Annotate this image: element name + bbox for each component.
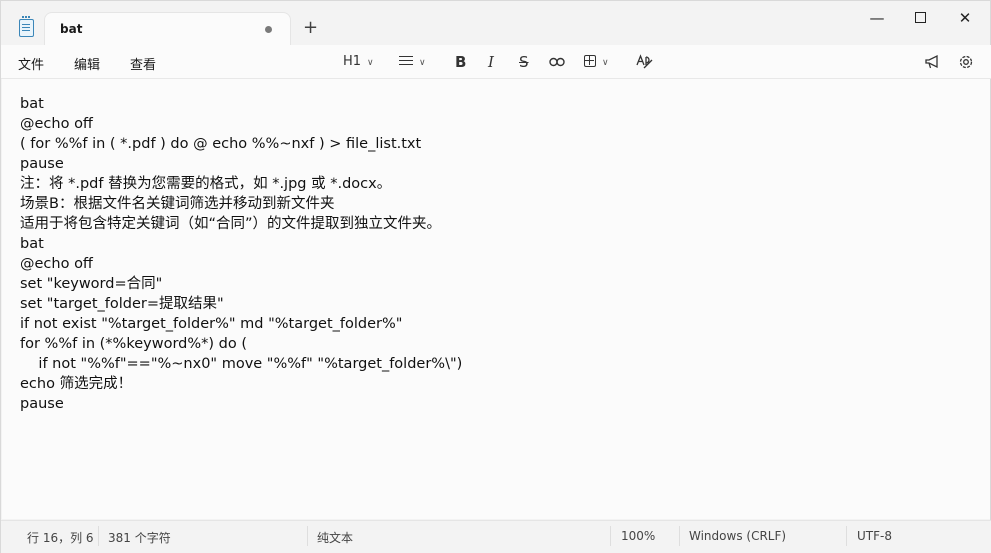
status-divider bbox=[846, 526, 847, 546]
close-button[interactable]: ✕ bbox=[945, 6, 985, 30]
character-count: 381 个字符 bbox=[108, 531, 171, 545]
menu-file[interactable]: 文件 bbox=[18, 54, 44, 73]
editor-line: if not "%%f"=="%~nx0" move "%%f" "%targe… bbox=[20, 356, 463, 372]
new-tab-button[interactable]: + bbox=[303, 18, 318, 38]
title-bar: bat + — ✕ bbox=[1, 1, 991, 46]
menu-edit[interactable]: 编辑 bbox=[74, 54, 100, 73]
status-divider bbox=[307, 526, 308, 546]
editor-line: ( for %%f in ( *.pdf ) do @ echo %%~nxf … bbox=[20, 136, 422, 152]
bold-button[interactable]: B bbox=[455, 52, 466, 72]
heading-dropdown[interactable]: H1 ∨ bbox=[343, 52, 374, 72]
editor-line: 注：将 *.pdf 替换为您需要的格式，如 *.jpg 或 *.docx。 bbox=[20, 176, 392, 192]
spellcheck-icon bbox=[636, 54, 653, 69]
encoding[interactable]: UTF-8 bbox=[857, 529, 892, 543]
settings-button[interactable] bbox=[958, 52, 974, 72]
notepad-window: bat + — ✕ 文件 编辑 查看 H1 ∨ ∨ B I S ∨ bat @e… bbox=[0, 0, 991, 553]
megaphone-icon bbox=[925, 54, 938, 69]
tab-bat[interactable]: bat bbox=[45, 13, 290, 46]
table-icon bbox=[584, 55, 596, 67]
list-dropdown[interactable]: ∨ bbox=[399, 52, 426, 72]
spellcheck-button[interactable] bbox=[636, 52, 653, 72]
cursor-position[interactable]: 行 16，列 6 bbox=[27, 529, 94, 546]
zoom-level[interactable]: 100% bbox=[621, 529, 655, 543]
chevron-down-icon: ∨ bbox=[367, 58, 374, 68]
editor-line: @echo off bbox=[20, 256, 93, 272]
editor-line: for %%f in (*%keyword%*) do ( bbox=[20, 336, 247, 352]
text-editor[interactable]: bat @echo off ( for %%f in ( *.pdf ) do … bbox=[2, 79, 990, 519]
minimize-button[interactable]: — bbox=[857, 6, 897, 30]
strikethrough-button[interactable]: S bbox=[519, 52, 529, 72]
editor-line: set "keyword=合同" bbox=[20, 276, 163, 292]
editor-line: 场景B：根据文件名关键词筛选并移动到新文件夹 bbox=[20, 196, 335, 212]
status-divider bbox=[679, 526, 680, 546]
table-dropdown[interactable]: ∨ bbox=[584, 52, 609, 72]
editor-line: pause bbox=[20, 156, 64, 172]
gear-icon bbox=[959, 55, 973, 69]
editor-line: bat bbox=[20, 236, 44, 252]
editor-line: bat bbox=[20, 96, 44, 112]
heading-label: H1 bbox=[343, 54, 362, 69]
maximize-button[interactable] bbox=[900, 6, 940, 30]
menu-view[interactable]: 查看 bbox=[130, 54, 156, 73]
editor-line: pause bbox=[20, 396, 64, 412]
maximize-icon bbox=[914, 12, 926, 23]
tab-title: bat bbox=[60, 22, 83, 36]
status-divider bbox=[98, 526, 99, 546]
editor-line: if not exist "%target_folder%" md "%targ… bbox=[20, 316, 403, 332]
copilot-button[interactable] bbox=[924, 52, 941, 72]
text-format[interactable]: 纯文本 bbox=[317, 529, 353, 546]
chevron-down-icon: ∨ bbox=[602, 58, 609, 68]
status-divider bbox=[610, 526, 611, 546]
list-icon bbox=[399, 56, 413, 66]
editor-line: @echo off bbox=[20, 116, 93, 132]
notepad-app-icon bbox=[19, 16, 34, 37]
unsaved-dot-icon[interactable] bbox=[265, 26, 272, 33]
italic-button[interactable]: I bbox=[488, 52, 494, 72]
link-icon bbox=[549, 57, 565, 67]
editor-line: echo 筛选完成！ bbox=[20, 376, 133, 392]
link-button[interactable] bbox=[549, 52, 565, 72]
status-bar: 行 16，列 6 381 个字符 纯文本 100% Windows (CRLF)… bbox=[1, 520, 991, 553]
menu-bar: 文件 编辑 查看 H1 ∨ ∨ B I S ∨ bbox=[1, 45, 991, 79]
editor-line: 适用于将包含特定关键词（如“合同”）的文件提取到独立文件夹。 bbox=[20, 216, 442, 232]
editor-line: set "target_folder=提取结果" bbox=[20, 296, 224, 312]
chevron-down-icon: ∨ bbox=[419, 58, 426, 68]
line-ending[interactable]: Windows (CRLF) bbox=[689, 529, 786, 543]
